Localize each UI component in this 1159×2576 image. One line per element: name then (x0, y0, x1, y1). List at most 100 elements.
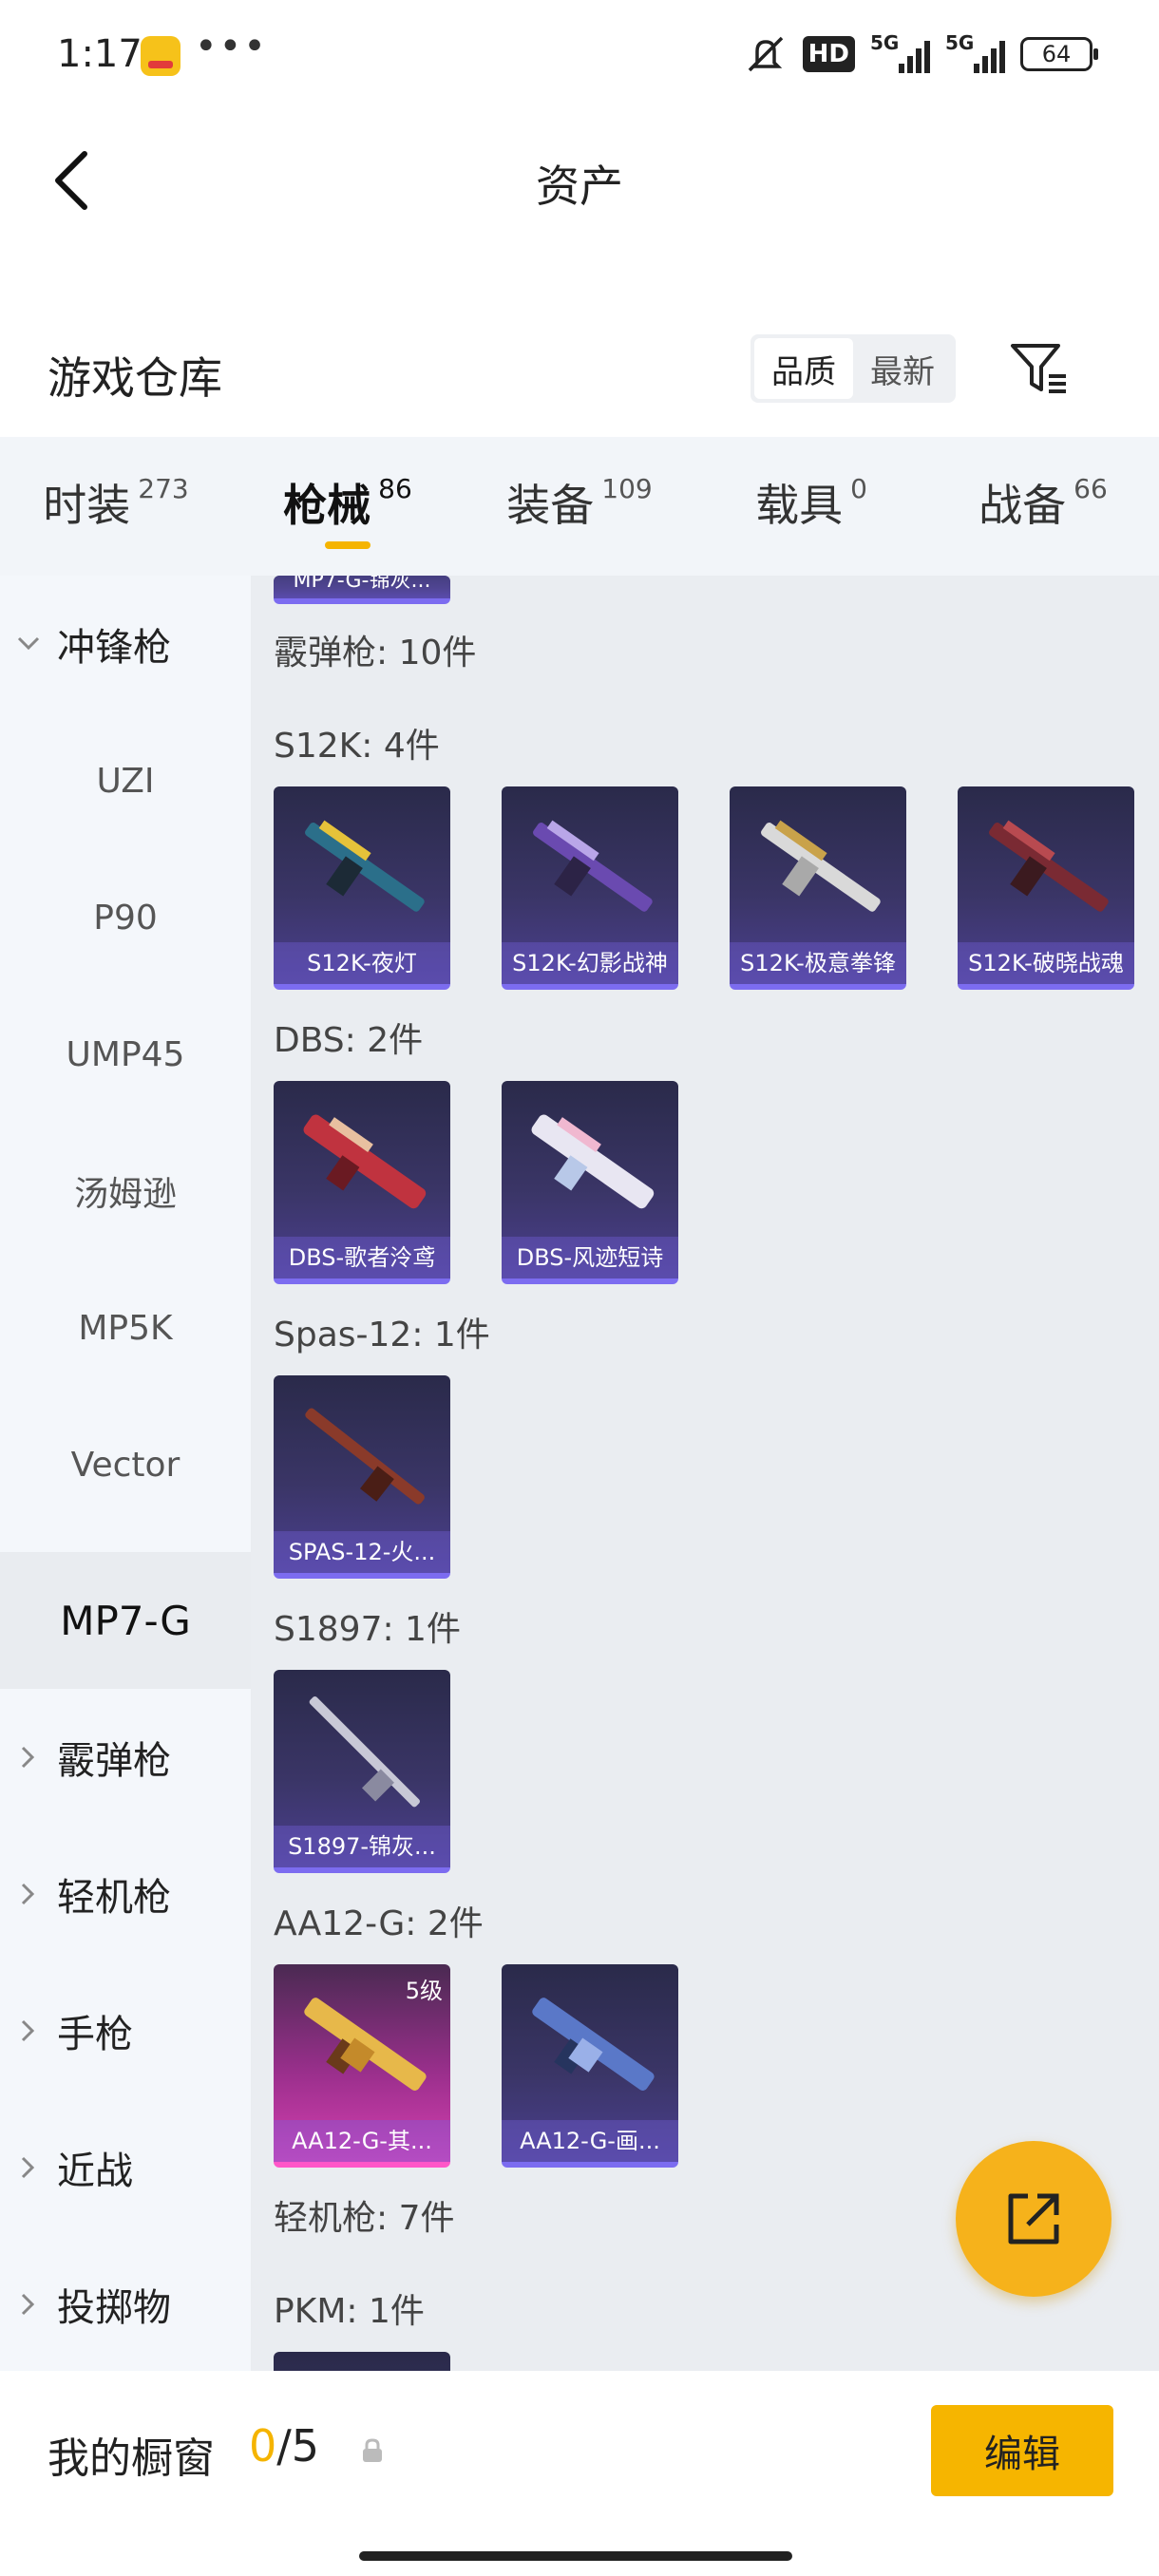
group-header-dbs: DBS: 2件 (274, 1021, 424, 1060)
weapon-list: MP7-G-锦灰... 霰弹枪: 10件 S12K: 4件 S12K-夜灯 S1… (251, 576, 1159, 2371)
filter-button[interactable] (1007, 336, 1070, 399)
gun-image-icon (761, 820, 881, 912)
sort-quality-button[interactable]: 品质 (754, 338, 853, 399)
sidebar-item-shotgun[interactable]: 霰弹枪 (0, 1689, 251, 1826)
gun-image-icon (533, 820, 653, 912)
tab-firearms[interactable]: 枪械 86 (232, 437, 464, 576)
weapon-card[interactable]: S1897-锦灰... (274, 1670, 450, 1873)
chevron-right-icon (0, 2155, 57, 2180)
signal-icon: 5G (870, 31, 930, 73)
battery-icon: 64 (1020, 37, 1098, 71)
sidebar-item-thompson[interactable]: 汤姆逊 (0, 1123, 251, 1260)
top-header: 资产 (0, 123, 1159, 237)
weapon-card[interactable]: SPAS-12-火... (274, 1375, 450, 1579)
sidebar-item-label: 霰弹枪 (57, 1739, 171, 1783)
tab-count: 86 (378, 473, 412, 504)
weapon-card[interactable]: 5级 AA12-G-其... (274, 1964, 450, 2168)
weapon-card-name: SPAS-12-火... (274, 1531, 450, 1573)
group-header-aa12g: AA12-G: 2件 (274, 1904, 484, 1943)
weapon-card-name: S12K-破晓战魂 (958, 942, 1134, 984)
weapon-card[interactable]: DBS-歌者泠鸢 (274, 1081, 450, 1284)
gun-image-icon (303, 1114, 427, 1209)
weapon-card-name: DBS-风迹短诗 (502, 1237, 678, 1279)
weapon-card-name: S12K-幻影战神 (502, 942, 678, 984)
weapon-card[interactable] (274, 2352, 450, 2371)
edit-button[interactable]: 编辑 (931, 2405, 1113, 2496)
sidebar-item-throwable[interactable]: 投掷物 (0, 2236, 251, 2373)
lock-icon (363, 2438, 382, 2462)
sidebar-item-label: 冲锋枪 (57, 626, 171, 670)
weapon-card[interactable]: AA12-G-画... (502, 1964, 678, 2168)
weapon-card-name: AA12-G-画... (502, 2120, 678, 2162)
tab-label: 装备 (506, 480, 595, 531)
warehouse-title: 游戏仓库 (48, 352, 222, 404)
share-fab-button[interactable] (956, 2141, 1112, 2297)
warehouse-header: 游戏仓库 品质 最新 (0, 323, 1159, 418)
sidebar-item-label: 投掷物 (57, 2286, 171, 2330)
chevron-right-icon (0, 1882, 57, 1906)
sort-newest-button[interactable]: 最新 (853, 338, 952, 399)
weapon-card[interactable]: MP7-G-锦灰... (274, 576, 450, 604)
tab-count: 109 (601, 473, 653, 504)
sidebar-item-lmg[interactable]: 轻机枪 (0, 1826, 251, 1962)
weapon-card[interactable]: S12K-幻影战神 (502, 786, 678, 990)
tab-label: 枪械 (283, 480, 371, 531)
gun-image-icon (305, 1408, 425, 1505)
group-header-s12k: S12K: 4件 (274, 727, 440, 766)
status-bar: 1:17 ••• HD 5G 5G 64 (0, 0, 1159, 114)
group-header-spas12: Spas-12: 1件 (274, 1316, 490, 1354)
sidebar-item-label: 手枪 (57, 2013, 133, 2056)
chevron-right-icon (0, 2292, 57, 2317)
weapon-card[interactable]: DBS-风迹短诗 (502, 1081, 678, 1284)
gun-image-icon (305, 820, 425, 912)
sidebar-item-label: 近战 (57, 2150, 133, 2193)
sidebar-item-label: Vector (70, 1445, 180, 1485)
weapon-card-name: S12K-夜灯 (274, 942, 450, 984)
tab-fashion[interactable]: 时装 273 (0, 437, 232, 576)
mute-icon (748, 36, 783, 72)
sidebar-item-mp5k[interactable]: MP5K (0, 1260, 251, 1396)
sidebar-item-label: 汤姆逊 (73, 1175, 177, 1214)
sidebar-item-smg[interactable]: 冲锋枪 (0, 576, 251, 712)
sidebar-item-pistol[interactable]: 手枪 (0, 1962, 251, 2099)
weapon-card-name: MP7-G-锦灰... (274, 576, 450, 598)
tab-vehicles[interactable]: 载具 0 (695, 437, 927, 576)
group-header-s1897: S1897: 1件 (274, 1610, 461, 1649)
gun-image-icon (531, 1114, 655, 1209)
weapon-card-name: S12K-极意拳锋 (730, 942, 906, 984)
active-tab-indicator (325, 541, 370, 549)
chevron-right-icon (0, 1745, 57, 1770)
sidebar-item-uzi[interactable]: UZI (0, 712, 251, 849)
sidebar-item-label: 轻机枪 (57, 1876, 171, 1920)
showcase-total: /5 (276, 2420, 320, 2472)
weapon-card-name: S1897-锦灰... (274, 1826, 450, 1867)
tab-count: 273 (138, 473, 189, 504)
sidebar-item-vector[interactable]: Vector (0, 1396, 251, 1533)
filter-icon (1011, 344, 1066, 393)
group-header-pkm: PKM: 1件 (274, 2292, 425, 2331)
weapon-card-name: DBS-歌者泠鸢 (274, 1237, 450, 1279)
sidebar-item-p90[interactable]: P90 (0, 849, 251, 986)
group-header-shotgun: 霰弹枪: 10件 (274, 634, 477, 672)
status-time: 1:17 (57, 32, 142, 76)
gun-image-icon (304, 1998, 427, 2092)
gun-image-icon (532, 1998, 655, 2092)
weapon-card[interactable]: S12K-破晓战魂 (958, 786, 1134, 990)
sidebar-item-label: P90 (93, 898, 158, 938)
weapon-card[interactable]: S12K-极意拳锋 (730, 786, 906, 990)
sidebar-item-label: MP5K (78, 1308, 173, 1348)
group-header-lmg: 轻机枪: 7件 (274, 2199, 455, 2238)
page-title: 资产 (536, 161, 623, 212)
tab-count: 0 (850, 473, 867, 504)
weapon-card[interactable]: S12K-夜灯 (274, 786, 450, 990)
tab-equipment[interactable]: 装备 109 (464, 437, 695, 576)
sidebar-item-melee[interactable]: 近战 (0, 2099, 251, 2236)
home-indicator[interactable] (359, 2551, 792, 2561)
sidebar-item-ump45[interactable]: UMP45 (0, 986, 251, 1123)
share-icon (1008, 2193, 1059, 2245)
tab-count: 66 (1074, 473, 1108, 504)
chevron-down-icon (0, 635, 57, 653)
app-notification-icon (141, 36, 180, 76)
sidebar-item-mp7g[interactable]: MP7-G (0, 1552, 251, 1689)
tab-supplies[interactable]: 战备 66 (927, 437, 1159, 576)
